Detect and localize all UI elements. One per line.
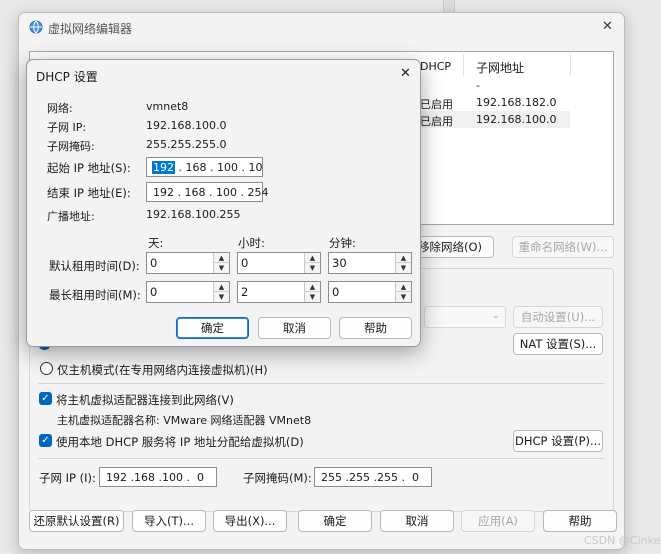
stepper-arrows: ▲ ▼ [395,253,411,273]
stepper-arrows: ▲ ▼ [304,253,320,273]
connect-adapter-label[interactable]: 将主机虚拟适配器连接到此网络(V) [56,392,234,408]
cancel-button[interactable]: 取消 [380,510,454,532]
host-only-label[interactable]: 仅主机模式(在专用网络内连接虚拟机)(H) [57,362,268,378]
restore-defaults-button[interactable]: 还原默认设置(R) [29,510,124,532]
stepper-value: 0 [150,256,158,270]
network-icon [29,20,43,34]
down-arrow-icon[interactable]: ▼ [305,263,320,273]
dialog-title: DHCP 设置 [36,70,98,84]
stepper-value: 0 [150,285,158,299]
broadcast-label: 广播地址: [47,210,95,223]
import-button[interactable]: 导入(T)... [132,510,206,532]
up-arrow-icon[interactable]: ▲ [214,282,229,292]
up-arrow-icon[interactable]: ▲ [305,282,320,292]
subnet-mask-field[interactable]: 255 .255 .255 . 0 [314,467,432,487]
max-lease-minutes-stepper[interactable]: 0 ▲ ▼ [328,281,412,303]
apply-button[interactable]: 应用(A) [461,510,535,532]
column-divider [570,54,571,76]
default-lease-label: 默认租用时间(D): [49,259,140,273]
max-lease-label: 最长租用时间(M): [49,288,141,302]
stepper-arrows: ▲ ▼ [304,282,320,302]
down-arrow-icon[interactable]: ▼ [214,263,229,273]
separator [38,458,604,459]
max-lease-days-stepper[interactable]: 0 ▲ ▼ [146,281,230,303]
close-icon[interactable]: ✕ [602,19,613,34]
column-header-dhcp[interactable]: DHCP [420,60,451,73]
dhcp-ok-button[interactable]: 确定 [176,317,249,339]
max-lease-hours-stepper[interactable]: 2 ▲ ▼ [237,281,321,303]
default-lease-hours-stepper[interactable]: 0 ▲ ▼ [237,252,321,274]
use-dhcp-checkbox[interactable]: ✓ [39,434,52,447]
network-value: vmnet8 [146,100,189,113]
up-arrow-icon[interactable]: ▲ [396,282,411,292]
chevron-down-icon: ⌄ [491,310,500,321]
stepper-value: 0 [241,256,249,270]
subnet-ip-label: 子网 IP (I): [39,471,96,485]
subnet-ip-value: 192.168.100.0 [146,119,227,132]
table-row-subnet: - [476,79,480,92]
watermark: CSDN @Cinkei [584,534,661,547]
start-ip-selected-octet: 192 [152,160,175,174]
close-icon[interactable]: ✕ [400,66,411,81]
dhcp-help-button[interactable]: 帮助 [339,317,412,339]
default-lease-minutes-stepper[interactable]: 30 ▲ ▼ [328,252,412,274]
start-ip-field[interactable]: 192 . 168 . 100 . 10 [146,157,263,177]
bridged-adapter-select[interactable]: ⌄ [424,306,506,328]
table-row-dhcp: 已启用 [420,98,453,111]
days-column-label: 天: [148,236,164,250]
subnet-ip-field[interactable]: 192 .168 .100 . 0 [99,467,217,487]
export-button[interactable]: 导出(X)... [213,510,287,532]
hours-column-label: 小时: [238,236,265,250]
default-lease-days-stepper[interactable]: 0 ▲ ▼ [146,252,230,274]
end-ip-label: 结束 IP 地址(E): [47,186,131,200]
separator [38,383,604,384]
stepper-arrows: ▲ ▼ [395,282,411,302]
subnet-ip-label: 子网 IP: [47,121,87,134]
down-arrow-icon[interactable]: ▼ [396,292,411,302]
host-only-radio[interactable] [40,362,53,375]
minutes-column-label: 分钟: [329,236,356,250]
connect-adapter-checkbox[interactable]: ✓ [39,392,52,405]
subnet-mask-label: 子网掩码: [47,140,95,153]
stepper-value: 30 [332,256,347,270]
broadcast-value: 192.168.100.255 [146,208,241,221]
end-ip-field[interactable]: 192 . 168 . 100 . 254 [146,182,268,202]
subnet-mask-label: 子网掩码(M): [243,471,312,485]
down-arrow-icon[interactable]: ▼ [214,292,229,302]
stepper-arrows: ▲ ▼ [213,282,229,302]
stepper-value: 2 [241,285,249,299]
table-row-subnet: 192.168.100.0 [476,113,557,126]
start-ip-label: 起始 IP 地址(S): [47,161,131,175]
up-arrow-icon[interactable]: ▲ [396,253,411,263]
auto-settings-button[interactable]: 自动设置(U)... [513,306,603,328]
down-arrow-icon[interactable]: ▼ [305,292,320,302]
up-arrow-icon[interactable]: ▲ [305,253,320,263]
nat-settings-button[interactable]: NAT 设置(S)... [513,333,603,355]
table-row-dhcp: 已启用 [420,115,453,128]
use-dhcp-label[interactable]: 使用本地 DHCP 服务将 IP 地址分配给虚拟机(D) [56,434,304,450]
down-arrow-icon[interactable]: ▼ [396,263,411,273]
up-arrow-icon[interactable]: ▲ [214,253,229,263]
column-divider [463,54,464,76]
stepper-value: 0 [332,285,340,299]
ok-button[interactable]: 确定 [298,510,372,532]
subnet-mask-value: 255.255.255.0 [146,138,227,151]
network-label: 网络: [47,102,73,115]
table-row-subnet: 192.168.182.0 [476,96,557,109]
rename-network-button[interactable]: 重命名网络(W)... [512,236,614,258]
help-button[interactable]: 帮助 [543,510,617,532]
dhcp-cancel-button[interactable]: 取消 [258,317,331,339]
window-title: 虚拟网络编辑器 [48,22,133,36]
adapter-name-label: 主机虚拟适配器名称: VMware 网络适配器 VMnet8 [57,414,312,427]
start-ip-rest: . 168 . 100 . 10 [175,160,263,174]
dhcp-settings-dialog: DHCP 设置 ✕ 网络: vmnet8 子网 IP: 192.168.100.… [26,59,421,347]
column-header-subnet[interactable]: 子网地址 [476,59,524,76]
stepper-arrows: ▲ ▼ [213,253,229,273]
dhcp-settings-button[interactable]: DHCP 设置(P)... [513,430,603,452]
